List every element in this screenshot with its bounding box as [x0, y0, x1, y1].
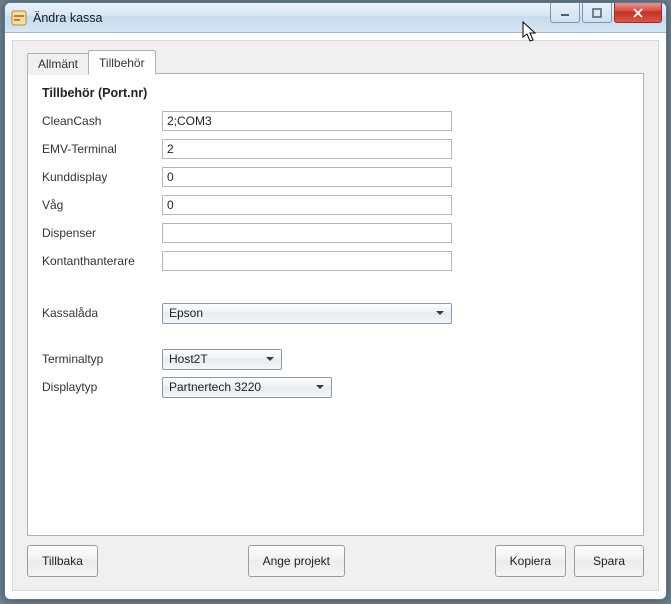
set-project-button[interactable]: Ange projekt [248, 545, 345, 577]
tab-strip: Allmänt Tillbehör [27, 52, 155, 74]
tab-panel-accessories: Tillbehör (Port.nr) CleanCash EMV-Termin… [27, 73, 644, 536]
select-kassalada[interactable]: Epson [162, 303, 452, 324]
window-frame: Ändra kassa Allmänt Tillbehör Tillbehör … [4, 2, 667, 600]
input-dispenser[interactable] [162, 223, 452, 243]
label-kontant: Kontanthanterare [40, 254, 162, 268]
button-bar: Tillbaka Ange projekt Kopiera Spara [27, 544, 644, 578]
app-icon [11, 10, 27, 26]
row-kassalada: Kassalåda Epson [40, 302, 631, 324]
label-vag: Våg [40, 198, 162, 212]
window-controls [550, 3, 662, 23]
select-displaytyp[interactable]: Partnertech 3220 [162, 377, 332, 398]
input-cleancash[interactable] [162, 111, 452, 131]
row-dispenser: Dispenser [40, 222, 631, 244]
input-kontant[interactable] [162, 251, 452, 271]
label-terminaltyp: Terminaltyp [40, 352, 162, 366]
close-icon [632, 8, 644, 18]
input-vag[interactable] [162, 195, 452, 215]
row-terminaltyp: Terminaltyp Host2T [40, 348, 631, 370]
row-cleancash: CleanCash [40, 110, 631, 132]
label-emv: EMV-Terminal [40, 142, 162, 156]
label-cleancash: CleanCash [40, 114, 162, 128]
save-button[interactable]: Spara [574, 545, 644, 577]
row-emv: EMV-Terminal [40, 138, 631, 160]
label-displaytyp: Displaytyp [40, 380, 162, 394]
row-kontant: Kontanthanterare [40, 250, 631, 272]
maximize-button[interactable] [582, 3, 612, 23]
label-kunddisplay: Kunddisplay [40, 170, 162, 184]
tab-accessories[interactable]: Tillbehör [88, 50, 156, 75]
row-kunddisplay: Kunddisplay [40, 166, 631, 188]
select-terminaltyp[interactable]: Host2T [162, 349, 282, 370]
row-vag: Våg [40, 194, 631, 216]
section-heading: Tillbehör (Port.nr) [42, 86, 631, 100]
input-kunddisplay[interactable] [162, 167, 452, 187]
window-title: Ändra kassa [33, 11, 102, 25]
row-displaytyp: Displaytyp Partnertech 3220 [40, 376, 631, 398]
label-kassalada: Kassalåda [40, 306, 162, 320]
title-bar[interactable]: Ändra kassa [5, 3, 666, 33]
minimize-button[interactable] [550, 3, 580, 23]
label-dispenser: Dispenser [40, 226, 162, 240]
client-area: Allmänt Tillbehör Tillbehör (Port.nr) Cl… [12, 40, 659, 591]
maximize-icon [592, 8, 602, 18]
minimize-icon [560, 8, 570, 18]
input-emv[interactable] [162, 139, 452, 159]
close-button[interactable] [614, 3, 662, 23]
back-button[interactable]: Tillbaka [27, 545, 98, 577]
copy-button[interactable]: Kopiera [495, 545, 566, 577]
tab-general[interactable]: Allmänt [27, 53, 89, 75]
